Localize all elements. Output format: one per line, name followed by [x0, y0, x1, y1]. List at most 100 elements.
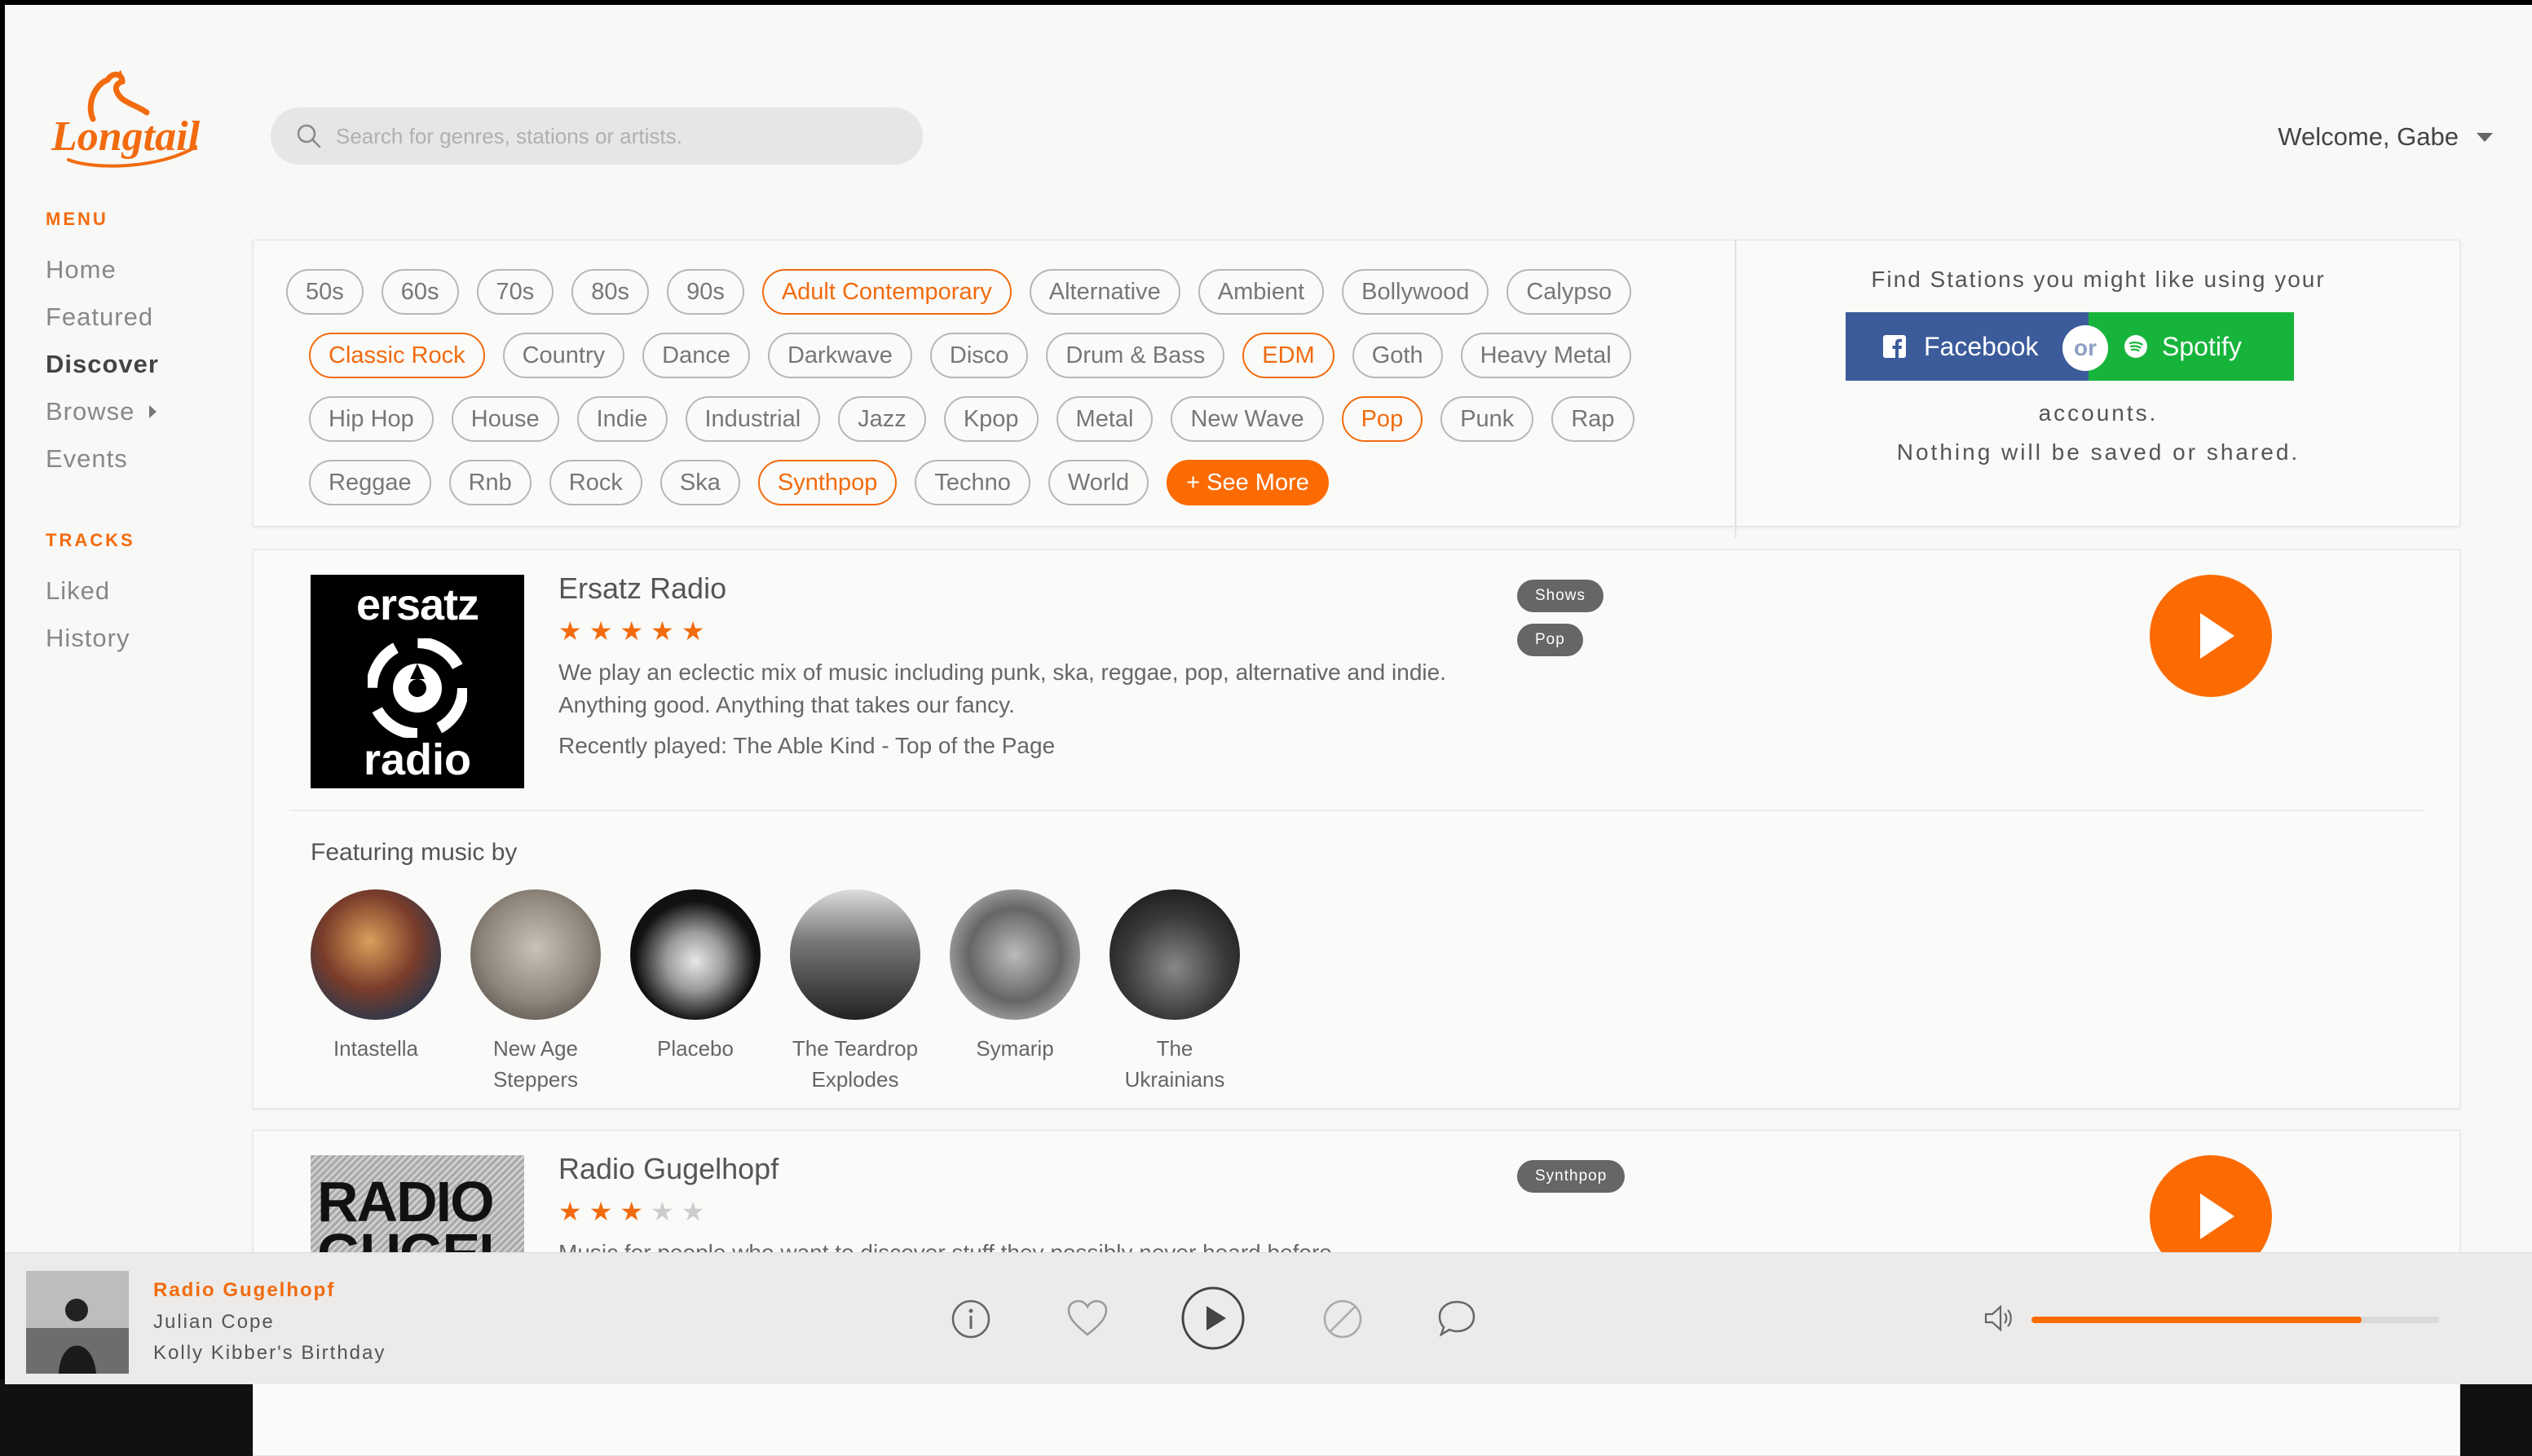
- genre-chip[interactable]: Rnb: [448, 460, 532, 505]
- divider: [289, 810, 2425, 811]
- star-icon: ★: [651, 616, 674, 646]
- longtail-logo[interactable]: Longtail: [44, 62, 207, 176]
- genre-chip[interactable]: 90s: [667, 269, 744, 315]
- play-icon: [2200, 613, 2234, 659]
- app-window: Longtail Welcome, Gabe MENU Home Feature…: [0, 0, 2532, 1456]
- genre-chip[interactable]: Pop: [1341, 396, 1423, 442]
- genre-chip[interactable]: Jazz: [838, 396, 926, 442]
- sidebar: MENU Home Featured Discover Browse Event…: [46, 209, 241, 662]
- artist-name: Placebo: [657, 1036, 734, 1061]
- social-privacy-note: Nothing will be saved or shared.: [1896, 439, 2300, 465]
- sidebar-item-browse[interactable]: Browse: [46, 388, 241, 435]
- genre-row: 50s 60s 70s 80s 90s Adult Contemporary Alterna…: [286, 268, 1729, 315]
- sidebar-item-events[interactable]: Events: [46, 435, 241, 483]
- artist-item[interactable]: Placebo: [630, 889, 761, 1095]
- genre-chip[interactable]: 60s: [381, 269, 459, 315]
- genre-chip[interactable]: Kpop: [943, 396, 1039, 442]
- genre-chip[interactable]: Techno: [915, 460, 1030, 505]
- star-icon: ★: [558, 616, 582, 646]
- genre-chip[interactable]: Punk: [1440, 396, 1534, 442]
- search-bar[interactable]: [271, 108, 923, 165]
- artist-item[interactable]: New Age Steppers: [470, 889, 601, 1095]
- genre-chip[interactable]: Indie: [576, 396, 668, 442]
- genre-chip[interactable]: Synthpop: [757, 460, 898, 505]
- genre-chip[interactable]: Heavy Metal: [1460, 333, 1631, 378]
- tag-badge[interactable]: Synthpop: [1517, 1160, 1626, 1193]
- sidebar-item-discover[interactable]: Discover: [46, 341, 241, 388]
- genre-chip[interactable]: Rap: [1551, 396, 1634, 442]
- genre-chip[interactable]: Ambient: [1198, 269, 1325, 315]
- genre-panel: 50s 60s 70s 80s 90s Adult Contemporary Alterna…: [253, 240, 1736, 527]
- genre-chip[interactable]: Rock: [549, 460, 642, 505]
- genre-chip[interactable]: Darkwave: [767, 333, 912, 378]
- genre-chip[interactable]: New Wave: [1171, 396, 1324, 442]
- genre-chip[interactable]: 70s: [476, 269, 554, 315]
- welcome-text: Welcome, Gabe: [2278, 122, 2459, 151]
- artist-name-line2: Steppers: [492, 1067, 579, 1092]
- sidebar-item-label: Liked: [46, 576, 111, 605]
- genre-chip[interactable]: House: [451, 396, 559, 442]
- genre-chip[interactable]: Ska: [659, 460, 740, 505]
- sidebar-item-label: Discover: [46, 350, 159, 378]
- tag-badge[interactable]: Shows: [1517, 580, 1604, 612]
- or-badge: or: [2062, 325, 2108, 371]
- genre-chip[interactable]: Industrial: [685, 396, 821, 442]
- genre-chip[interactable]: Hip Hop: [309, 396, 434, 442]
- genre-chip[interactable]: Alternative: [1029, 269, 1180, 315]
- tag-badge[interactable]: Pop: [1517, 624, 1583, 656]
- heart-icon[interactable]: [1066, 1299, 1109, 1338]
- sidebar-item-featured[interactable]: Featured: [46, 293, 241, 341]
- see-more-button[interactable]: + See More: [1167, 460, 1329, 505]
- artist-item[interactable]: Symarip: [950, 889, 1080, 1095]
- genre-chip[interactable]: Calypso: [1506, 269, 1632, 315]
- station-name[interactable]: Radio Gugelhopf: [558, 1152, 779, 1186]
- genre-chip[interactable]: 50s: [286, 269, 364, 315]
- star-icon: ★: [620, 616, 644, 646]
- star-icon: ★: [589, 1197, 613, 1226]
- spotify-icon: [2124, 335, 2147, 358]
- star-rating: ★ ★ ★ ★ ★: [558, 1196, 704, 1227]
- artist-avatar: [1109, 889, 1240, 1020]
- genre-chip[interactable]: Bollywood: [1342, 269, 1489, 315]
- genre-chip[interactable]: Country: [502, 333, 625, 378]
- genre-chip[interactable]: World: [1048, 460, 1149, 505]
- volume-slider[interactable]: [2031, 1317, 2439, 1323]
- genre-chip[interactable]: Drum & Bass: [1046, 333, 1225, 378]
- star-icon: ★: [589, 616, 613, 646]
- search-input[interactable]: [336, 108, 906, 165]
- genre-chip[interactable]: Metal: [1056, 396, 1154, 442]
- block-icon[interactable]: [1322, 1299, 1363, 1339]
- artist-avatar: [950, 889, 1080, 1020]
- info-icon[interactable]: [951, 1299, 991, 1339]
- spotify-button[interactable]: Spotify: [2089, 312, 2294, 381]
- play-pause-button[interactable]: [1180, 1286, 1246, 1351]
- genre-chip[interactable]: Goth: [1352, 333, 1443, 378]
- user-menu[interactable]: Welcome, Gabe: [2278, 122, 2493, 152]
- social-connect-panel: Find Stations you might like using your …: [1736, 240, 2460, 527]
- genre-chip[interactable]: Reggae: [309, 460, 431, 505]
- station-artwork[interactable]: ersatz radio: [311, 575, 524, 788]
- facebook-button[interactable]: Facebook: [1846, 312, 2090, 381]
- sidebar-item-liked[interactable]: Liked: [46, 567, 241, 615]
- tracks-section-title: TRACKS: [46, 530, 135, 550]
- artist-name: The Teardrop: [792, 1036, 919, 1061]
- spotify-label: Spotify: [2162, 331, 2242, 361]
- sidebar-item-history[interactable]: History: [46, 615, 241, 662]
- sidebar-item-home[interactable]: Home: [46, 246, 241, 293]
- artist-item[interactable]: The Teardrop Explodes: [790, 889, 920, 1095]
- artist-name: Intastella: [333, 1036, 419, 1061]
- genre-chip[interactable]: EDM: [1242, 333, 1334, 378]
- comment-icon[interactable]: [1435, 1299, 1479, 1339]
- artist-item[interactable]: The Ukrainians: [1109, 889, 1240, 1095]
- artist-item[interactable]: Intastella: [311, 889, 441, 1095]
- now-playing-station[interactable]: Radio Gugelhopf: [153, 1279, 335, 1302]
- play-button[interactable]: [2150, 575, 2272, 697]
- genre-chip[interactable]: 80s: [571, 269, 650, 315]
- genre-chip[interactable]: Classic Rock: [309, 333, 485, 378]
- station-name[interactable]: Ersatz Radio: [558, 571, 726, 606]
- volume-icon[interactable]: [1983, 1302, 2015, 1335]
- chevron-right-icon: [149, 405, 157, 418]
- genre-chip[interactable]: Adult Contemporary: [761, 269, 1012, 315]
- genre-chip[interactable]: Dance: [642, 333, 750, 378]
- genre-chip[interactable]: Disco: [929, 333, 1029, 378]
